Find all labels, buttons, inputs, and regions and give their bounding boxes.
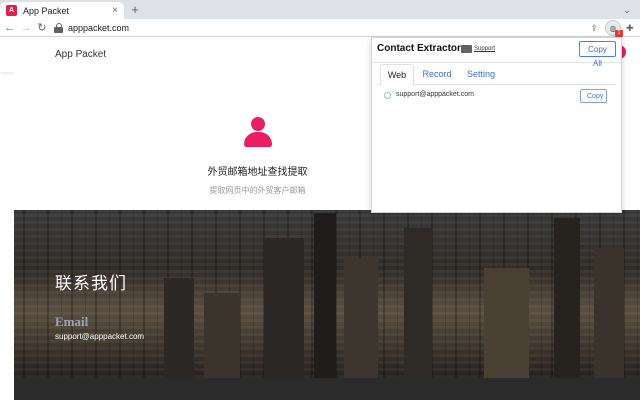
site-logo[interactable]: App Packet [55, 49, 106, 60]
result-radio-icon[interactable] [384, 92, 391, 99]
hero-title: 外贸邮箱地址查找提取 [207, 167, 308, 178]
address-bar[interactable]: apppacket.com ⇪ ☆ [54, 20, 620, 36]
copy-button[interactable]: Copy [580, 89, 607, 103]
tab-title: App Packet [23, 5, 70, 16]
tab-record[interactable]: Record [418, 64, 456, 85]
lock-icon[interactable] [54, 23, 63, 33]
popup-tabs: Web Record Setting [377, 64, 616, 86]
extensions-puzzle-icon[interactable]: ✚ [626, 20, 634, 36]
contact-extractor-popup: Contact Extractor Support Copy All Web R… [371, 37, 622, 213]
email-value[interactable]: support@apppacket.com [55, 332, 144, 341]
contact-title: 联系我们 [55, 274, 127, 294]
tab-web[interactable]: Web [380, 64, 414, 86]
tab-strip: A App Packet × + ⌄ [0, 0, 640, 19]
user-icon [243, 117, 273, 149]
list-item: support@apppacket.com Copy [384, 88, 614, 104]
url-text[interactable]: apppacket.com [68, 23, 129, 33]
tab-search-icon[interactable]: ⌄ [620, 3, 634, 17]
back-button[interactable]: ← [2, 20, 18, 36]
app-packet-favicon-icon: A [6, 5, 17, 16]
extension-badge: 1 [615, 30, 623, 37]
forward-button[interactable]: → [18, 20, 34, 36]
result-email: support@apppacket.com [396, 91, 474, 98]
tab-setting[interactable]: Setting [461, 64, 501, 85]
reload-button[interactable]: ↻ [34, 20, 50, 36]
contact-extractor-extension-icon[interactable]: ◍ 1 [605, 20, 623, 37]
popup-title: Contact Extractor [377, 43, 461, 54]
email-label: Email [55, 314, 89, 329]
hero-subtitle: 提取网页中的外贸客户邮箱 [209, 186, 306, 195]
support-link[interactable]: Support [474, 46, 495, 52]
share-icon[interactable]: ⇪ [590, 20, 598, 36]
copy-all-button[interactable]: Copy All [579, 41, 616, 68]
new-tab-button[interactable]: + [128, 3, 142, 17]
popup-header: Contact Extractor Support Copy All [372, 38, 621, 68]
city-background-image: 联系我们 Email support@apppacket.com [14, 210, 640, 378]
mail-icon [461, 45, 472, 53]
browser-toolbar: ← → ↻ apppacket.com ⇪ ☆ [0, 19, 640, 37]
browser-tab[interactable]: A App Packet × [0, 2, 124, 19]
close-tab-icon[interactable]: × [112, 5, 118, 16]
footer-band [14, 378, 640, 400]
